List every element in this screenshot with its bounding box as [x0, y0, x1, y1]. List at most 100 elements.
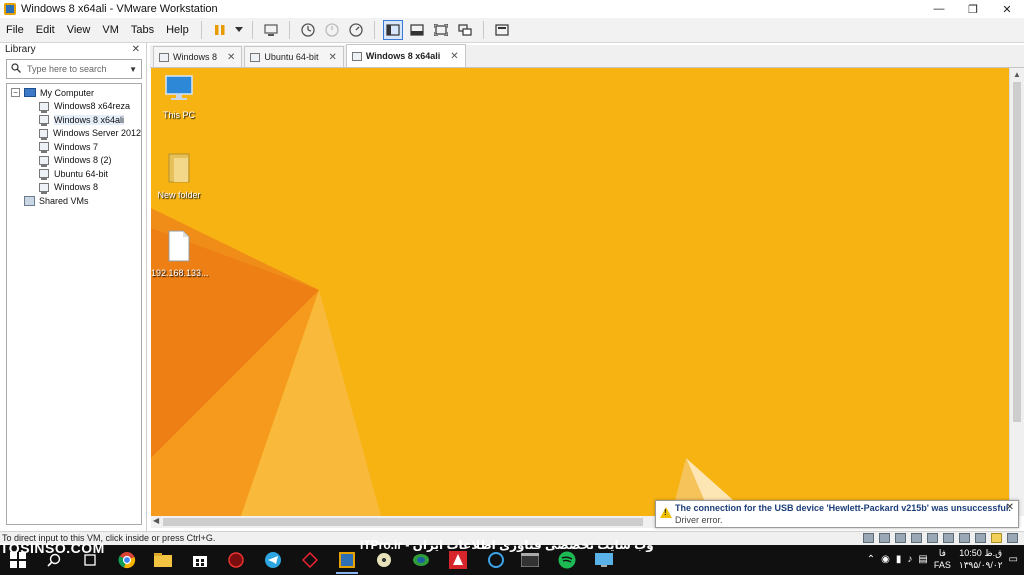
search-input[interactable] — [27, 64, 127, 74]
hard-disk-icon[interactable] — [863, 533, 874, 543]
snapshot-manager-icon[interactable] — [346, 20, 366, 40]
library-tree: − My Computer Windows8 x64reza Windows 8… — [6, 83, 142, 525]
task-view-icon[interactable] — [80, 550, 100, 570]
clock-time: 10:50 ق.ظ — [959, 548, 1003, 558]
menu-view[interactable]: View — [61, 18, 97, 43]
search-dropdown-icon[interactable]: ▼ — [129, 65, 137, 74]
antivirus-icon[interactable] — [448, 550, 468, 570]
cd-dvd-icon[interactable] — [879, 533, 890, 543]
action-center-icon[interactable]: ▭ — [1009, 554, 1018, 565]
volume-icon[interactable]: ♪ — [907, 554, 912, 565]
telegram-icon[interactable] — [263, 550, 283, 570]
tab-windows-8-x64ali[interactable]: Windows 8 x64ali ✕ — [345, 44, 466, 67]
tree-item-vm[interactable]: Windows 8 — [7, 181, 141, 195]
vm-console[interactable]: This PC New folder 192.168.133... — [151, 68, 1009, 516]
desktop-icon-file[interactable]: 192.168.133... — [151, 230, 209, 278]
spotify-icon[interactable] — [557, 550, 577, 570]
chrome-icon[interactable] — [117, 550, 137, 570]
menu-file[interactable]: File — [0, 18, 30, 43]
language-indicator[interactable]: فا FAS — [934, 547, 951, 571]
pause-icon[interactable] — [210, 20, 230, 40]
terminal-icon[interactable] — [520, 550, 540, 570]
tree-item-vm[interactable]: Windows 7 — [7, 140, 141, 154]
revert-snapshot-icon[interactable] — [322, 20, 342, 40]
tree-item-label: Ubuntu 64-bit — [54, 168, 109, 179]
display-icon[interactable] — [959, 533, 970, 543]
media-player-icon[interactable] — [374, 550, 394, 570]
notifications-icon[interactable]: ▤ — [918, 554, 927, 565]
tab-close-icon[interactable]: ✕ — [328, 52, 336, 63]
tree-item-vm[interactable]: Windows Server 2012 — [7, 127, 141, 141]
tab-close-icon[interactable]: ✕ — [227, 52, 235, 63]
search-icon[interactable] — [44, 550, 64, 570]
menu-tabs[interactable]: Tabs — [125, 18, 160, 43]
store-icon[interactable] — [190, 550, 210, 570]
menu-help[interactable]: Help — [160, 18, 195, 43]
tree-item-label: Windows8 x64reza — [54, 101, 131, 112]
minimize-button[interactable]: — — [922, 0, 956, 18]
scroll-up-icon[interactable]: ▲ — [1010, 68, 1024, 82]
menu-vm[interactable]: VM — [96, 18, 125, 43]
tab-ubuntu-64-bit[interactable]: Ubuntu 64-bit ✕ — [244, 46, 344, 67]
tree-item-label: My Computer — [40, 87, 95, 98]
warning-icon — [660, 507, 672, 518]
app-icon[interactable] — [300, 550, 320, 570]
desktop-icon-this-pc[interactable]: This PC — [151, 74, 207, 120]
maximize-button[interactable]: ❐ — [956, 0, 990, 18]
unity-icon[interactable] — [455, 20, 475, 40]
desktop-icon-label: 192.168.133... — [151, 268, 209, 278]
usb-device-icon[interactable] — [975, 533, 986, 543]
vertical-scrollbar[interactable]: ▲ — [1009, 68, 1024, 516]
tab-close-icon[interactable]: ✕ — [450, 51, 458, 62]
app-icon[interactable] — [226, 550, 246, 570]
vm-icon — [39, 155, 49, 167]
full-screen-icon[interactable] — [431, 20, 451, 40]
tree-item-vm[interactable]: Windows 8 (2) — [7, 154, 141, 168]
usb-controller-icon[interactable] — [911, 533, 922, 543]
scroll-thumb[interactable] — [1013, 82, 1021, 422]
vmware-taskbar-icon[interactable] — [337, 550, 357, 570]
library-close-button[interactable]: ✕ — [132, 43, 140, 57]
network-adapter-icon[interactable] — [895, 533, 906, 543]
library-search[interactable]: ▼ — [6, 59, 142, 79]
tree-item-vm[interactable]: Ubuntu 64-bit — [7, 167, 141, 181]
tree-item-shared-vms[interactable]: Shared VMs — [7, 194, 141, 208]
scroll-thumb[interactable] — [163, 518, 643, 526]
show-library-icon[interactable] — [382, 20, 403, 40]
tab-windows-8[interactable]: Windows 8 ✕ — [153, 46, 243, 67]
file-explorer-icon[interactable] — [153, 550, 173, 570]
sound-card-icon[interactable] — [927, 533, 938, 543]
app-icon[interactable] — [486, 550, 506, 570]
collapse-icon[interactable]: − — [11, 88, 20, 98]
close-button[interactable]: ✕ — [990, 0, 1024, 18]
printer-icon[interactable] — [943, 533, 954, 543]
usb-error-notification[interactable]: The connection for the USB device 'Hewle… — [655, 500, 1019, 528]
tree-item-vm[interactable]: Windows 8 x64ali — [7, 113, 141, 127]
tree-item-vm[interactable]: Windows8 x64reza — [7, 100, 141, 114]
active-app-indicator — [336, 572, 358, 574]
network-icon[interactable]: ▮ — [896, 554, 902, 565]
power-dropdown-icon[interactable] — [234, 20, 244, 40]
tree-item-my-computer[interactable]: − My Computer — [7, 86, 141, 100]
desktop-icon-new-folder[interactable]: New folder — [151, 152, 207, 200]
menu-edit[interactable]: Edit — [30, 18, 61, 43]
console-view-icon[interactable] — [492, 20, 512, 40]
window-title: Windows 8 x64ali - VMware Workstation — [21, 3, 218, 15]
scroll-left-icon[interactable]: ◀ — [153, 516, 159, 525]
horizontal-scrollbar[interactable]: ◀ — [151, 516, 655, 528]
app-icon[interactable] — [411, 550, 431, 570]
snapshot-icon[interactable] — [298, 20, 318, 40]
vm-icon — [39, 182, 49, 194]
chevron-up-icon[interactable]: ⌃ — [867, 554, 875, 565]
windows-start-icon[interactable] — [8, 550, 28, 570]
send-ctrl-alt-del-icon[interactable] — [261, 20, 281, 40]
thumbnail-bar-icon[interactable] — [407, 20, 427, 40]
vmware-window: Windows 8 x64ali - VMware Workstation — … — [0, 0, 1024, 575]
notification-close-icon[interactable]: ✕ — [1006, 502, 1014, 513]
stretch-icon[interactable] — [1007, 533, 1018, 543]
clock[interactable]: 10:50 ق.ظ ۱۳۹۵/۰۹/۰۲ — [959, 547, 1003, 571]
tray-app-icon[interactable]: ◉ — [881, 554, 890, 565]
toolbar-separator — [200, 21, 202, 39]
remote-desktop-icon[interactable] — [594, 550, 614, 570]
message-log-icon[interactable] — [991, 533, 1002, 543]
